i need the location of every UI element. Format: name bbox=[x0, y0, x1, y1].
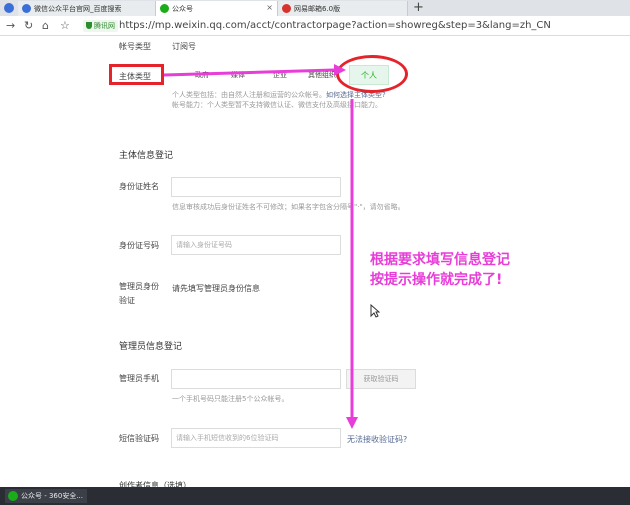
baidu-paw-icon bbox=[22, 4, 31, 13]
tab-title: 微信公众平台官网_百度搜索 bbox=[34, 4, 122, 13]
arrow-head bbox=[334, 64, 346, 76]
address-bar: → ↻ ⌂ ☆ 腾讯网 https://mp.weixin.qq.com/acc… bbox=[0, 16, 630, 36]
close-tab-icon[interactable]: × bbox=[266, 3, 273, 12]
taskbar: 公众号 - 360安全... bbox=[0, 487, 630, 505]
shield-icon bbox=[86, 22, 92, 29]
browser-menu-icon[interactable] bbox=[4, 3, 14, 13]
annotation-arrows bbox=[163, 64, 358, 429]
new-tab-button[interactable]: + bbox=[413, 0, 424, 15]
star-icon[interactable]: ☆ bbox=[60, 19, 70, 33]
arrow-to-personal bbox=[163, 68, 335, 77]
reload-icon[interactable]: ↻ bbox=[24, 19, 33, 33]
netease-mail-icon bbox=[282, 4, 291, 13]
tab-wechat-mp[interactable]: 公众号 × bbox=[156, 1, 278, 16]
annotation-line-1: 根据要求填写信息登记 bbox=[370, 252, 510, 268]
browser-tab-bar: 微信公众平台官网_百度搜索 公众号 × 网易邮箱6.0版 + bbox=[0, 0, 630, 16]
url-input[interactable]: https://mp.weixin.qq.com/acct/contractor… bbox=[119, 20, 551, 32]
taskbar-browser-item[interactable]: 公众号 - 360安全... bbox=[5, 489, 88, 503]
home-icon[interactable]: ⌂ bbox=[42, 19, 49, 33]
back-arrow-icon[interactable]: → bbox=[6, 19, 15, 33]
browser-360-icon bbox=[8, 491, 18, 501]
mouse-cursor-icon bbox=[370, 304, 380, 318]
tab-baidu-search[interactable]: 微信公众平台官网_百度搜索 bbox=[18, 1, 156, 16]
tutorial-annotation-text: 根据要求填写信息登记 按提示操作就完成了! bbox=[370, 250, 510, 290]
annotation-line-2: 按提示操作就完成了! bbox=[370, 272, 503, 288]
tab-netease-mail[interactable]: 网易邮箱6.0版 bbox=[278, 1, 408, 16]
tab-title: 网易邮箱6.0版 bbox=[294, 4, 341, 13]
wechat-icon bbox=[160, 4, 169, 13]
secure-badge[interactable]: 腾讯网 bbox=[83, 20, 118, 32]
tab-title: 公众号 bbox=[172, 4, 193, 13]
arrow-head bbox=[346, 417, 358, 429]
registration-page: 帐号类型 订阅号 主体类型 政府 媒体 企业 其他组织 个人 个人类型包括：由自… bbox=[0, 37, 630, 490]
